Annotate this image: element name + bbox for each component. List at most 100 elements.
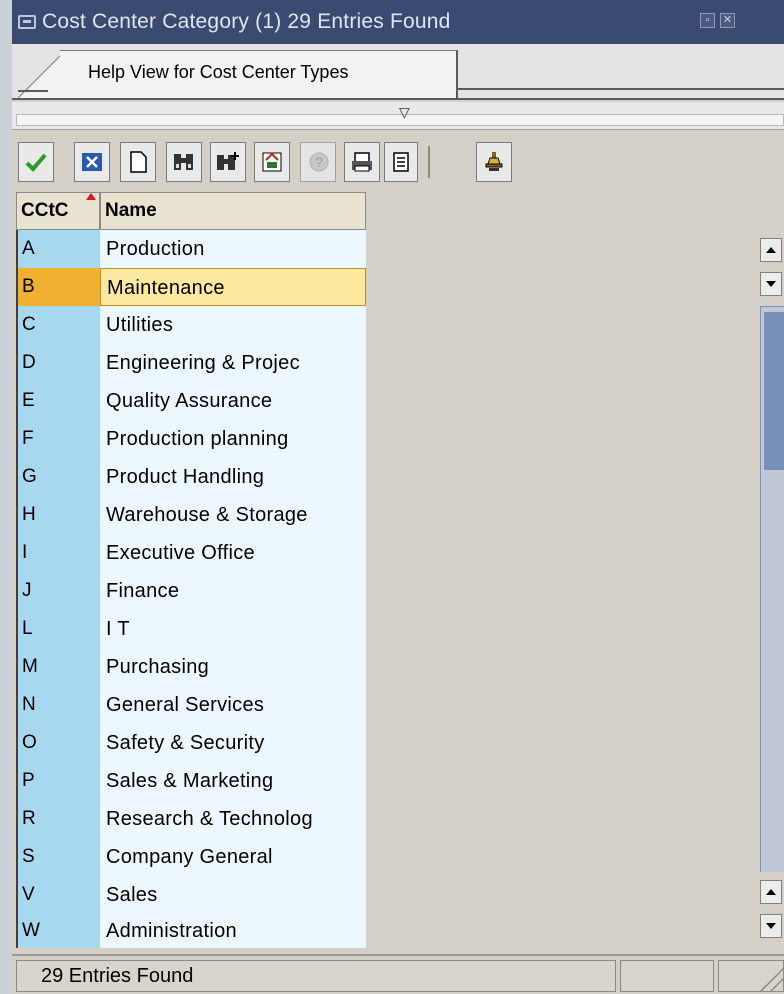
expand-arrow-icon[interactable]: ▽ (399, 104, 410, 121)
minimize-button[interactable]: ▫ (700, 13, 715, 28)
name-cell[interactable]: I T (100, 610, 366, 648)
table-row-selected[interactable]: B Maintenance (18, 268, 366, 306)
toolbar-separator (428, 146, 430, 178)
status-message: 29 Entries Found (16, 960, 616, 992)
binoculars-plus-icon (217, 152, 239, 170)
column-header-cctc-label: CCtC (21, 200, 69, 221)
printer-icon (352, 152, 372, 172)
name-cell[interactable]: Company General (100, 838, 366, 876)
cost-center-category-cell[interactable]: A (18, 230, 100, 268)
help-button[interactable]: ? (300, 142, 336, 182)
close-button[interactable]: ✕ (720, 13, 735, 28)
cost-center-category-cell[interactable]: W (18, 914, 100, 948)
table-row[interactable]: M Purchasing (18, 648, 366, 686)
cost-center-category-cell[interactable]: S (18, 838, 100, 876)
print-preview-button[interactable] (384, 142, 418, 182)
table-row[interactable]: R Research & Technolog (18, 800, 366, 838)
cancel-button[interactable] (74, 142, 110, 182)
table-row[interactable]: P Sales & Marketing (18, 762, 366, 800)
table-row[interactable]: F Production planning (18, 420, 366, 458)
name-cell[interactable]: Utilities (100, 306, 366, 344)
cost-center-category-cell[interactable]: D (18, 344, 100, 382)
name-cell[interactable]: Executive Office (100, 534, 366, 572)
resize-grip[interactable] (718, 960, 784, 992)
table-row[interactable]: H Warehouse & Storage (18, 496, 366, 534)
cost-center-category-cell[interactable]: N (18, 686, 100, 724)
cost-center-category-cell[interactable]: L (18, 610, 100, 648)
find-button[interactable] (166, 142, 202, 182)
name-cell[interactable]: Sales (100, 876, 366, 914)
sort-button[interactable] (254, 142, 290, 182)
table-row[interactable]: C Utilities (18, 306, 366, 344)
table-row[interactable]: D Engineering & Projec (18, 344, 366, 382)
close-icon (82, 153, 102, 171)
cost-center-category-cell[interactable]: C (18, 306, 100, 344)
name-cell[interactable]: Product Handling (100, 458, 366, 496)
cost-center-category-cell[interactable]: E (18, 382, 100, 420)
name-cell[interactable]: Research & Technolog (100, 800, 366, 838)
personal-list-button[interactable] (476, 142, 512, 182)
cost-center-category-cell[interactable]: B (18, 268, 100, 306)
name-cell[interactable]: Production planning (100, 420, 366, 458)
tab-stub (18, 90, 48, 92)
table-row[interactable]: O Safety & Security (18, 724, 366, 762)
tab-strip-divider (458, 88, 784, 90)
print-button[interactable] (344, 142, 380, 182)
tab-strip-baseline (12, 98, 784, 100)
help-icon: ? (309, 152, 329, 172)
table-row[interactable]: V Sales (18, 876, 366, 914)
name-cell[interactable]: Purchasing (100, 648, 366, 686)
table-row[interactable]: S Company General (18, 838, 366, 876)
page-down-button[interactable] (760, 272, 782, 296)
column-header-name[interactable]: Name (100, 192, 366, 230)
binoculars-icon (174, 154, 193, 170)
table-row[interactable]: G Product Handling (18, 458, 366, 496)
name-cell[interactable]: Production (100, 230, 366, 268)
name-cell[interactable]: Warehouse & Storage (100, 496, 366, 534)
column-header-name-label: Name (105, 200, 157, 221)
status-field (620, 960, 714, 992)
check-icon (25, 153, 47, 172)
cost-center-category-cell[interactable]: R (18, 800, 100, 838)
find-next-button[interactable] (210, 142, 246, 182)
cost-center-category-cell[interactable]: P (18, 762, 100, 800)
title-bar[interactable]: Cost Center Category (1) 29 Entries Foun… (12, 0, 784, 44)
cost-center-category-cell[interactable]: O (18, 724, 100, 762)
page-up-button[interactable] (760, 880, 782, 904)
cost-center-category-cell[interactable]: V (18, 876, 100, 914)
background-window (0, 0, 12, 994)
cost-center-category-cell[interactable]: H (18, 496, 100, 534)
cost-center-category-cell[interactable]: J (18, 572, 100, 610)
name-cell[interactable]: Finance (100, 572, 366, 610)
tab-label: Help View for Cost Center Types (88, 62, 349, 82)
new-selection-button[interactable] (120, 142, 156, 182)
scroll-down-button[interactable] (760, 914, 782, 938)
cost-center-category-cell[interactable]: G (18, 458, 100, 496)
name-cell[interactable]: Quality Assurance (100, 382, 366, 420)
name-cell[interactable]: General Services (100, 686, 366, 724)
arrow-up-icon (766, 247, 776, 253)
svg-text:?: ? (315, 154, 323, 170)
arrow-down-icon (766, 281, 776, 287)
table-row[interactable]: L I T (18, 610, 366, 648)
name-cell[interactable]: Administration (100, 914, 366, 948)
continue-button[interactable] (18, 142, 54, 182)
cost-center-category-cell[interactable]: F (18, 420, 100, 458)
table-row[interactable]: E Quality Assurance (18, 382, 366, 420)
table-row[interactable]: N General Services (18, 686, 366, 724)
table-row[interactable]: W Administration (18, 914, 366, 948)
name-cell[interactable]: Maintenance (100, 268, 366, 306)
name-cell[interactable]: Engineering & Projec (100, 344, 366, 382)
preview-icon (393, 152, 409, 172)
table-row[interactable]: A Production (18, 230, 366, 268)
document-icon (130, 151, 147, 173)
table-row[interactable]: I Executive Office (18, 534, 366, 572)
cost-center-category-cell[interactable]: I (18, 534, 100, 572)
scroll-up-button[interactable] (760, 238, 782, 262)
name-cell[interactable]: Safety & Security (100, 724, 366, 762)
table-row[interactable]: J Finance (18, 572, 366, 610)
name-cell[interactable]: Sales & Marketing (100, 762, 366, 800)
cost-center-category-cell[interactable]: M (18, 648, 100, 686)
resize-grip-icon (759, 967, 783, 991)
scrollbar-thumb[interactable] (764, 312, 784, 470)
